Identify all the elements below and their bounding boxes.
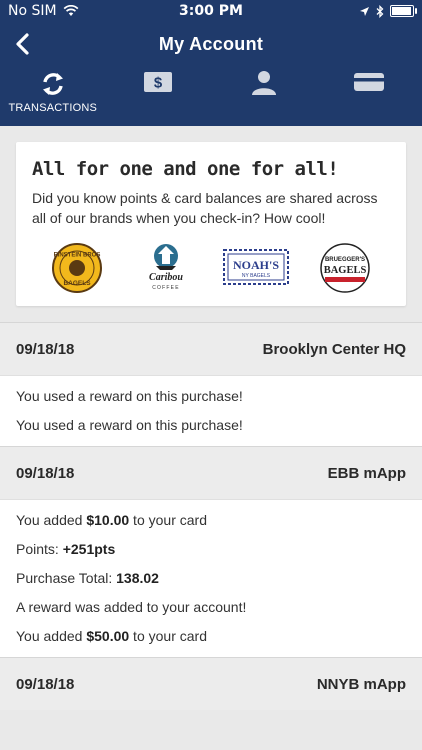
svg-text:NY BAGELS: NY BAGELS [242, 273, 271, 279]
bluetooth-icon [376, 4, 384, 18]
location-arrow-icon [360, 6, 369, 16]
nav-bar: My Account [0, 22, 422, 66]
transaction-header[interactable]: 09/18/18 Brooklyn Center HQ [0, 322, 422, 375]
transaction-line: Purchase Total: 138.02 [16, 570, 159, 586]
svg-text:BAGELS: BAGELS [324, 265, 367, 276]
promo-title: All for one and one for all! [32, 158, 339, 180]
person-icon [251, 71, 276, 95]
brueggers-bagels-logo: BRUEGGER'S BAGELS [311, 242, 379, 294]
account-tabs: TRANSACTIONS $ [0, 66, 422, 126]
transaction-date: 09/18/18 [16, 675, 75, 693]
transaction-header[interactable]: 09/18/18 EBB mApp [0, 446, 422, 499]
caribou-coffee-logo: Caribou COFFEE [132, 242, 200, 294]
tab-rewards-balance[interactable]: $ [106, 66, 212, 126]
transaction-group: 09/18/18 NNYB mApp [0, 657, 422, 710]
transaction-list: 09/18/18 Brooklyn Center HQ You used a r… [0, 322, 422, 710]
transaction-group: 09/18/18 Brooklyn Center HQ You used a r… [0, 322, 422, 446]
svg-text:EINSTEIN BROS: EINSTEIN BROS [53, 253, 100, 259]
transaction-line: You added $50.00 to your card [16, 628, 207, 644]
transaction-line: A reward was added to your account! [16, 599, 247, 615]
transaction-line: Points: +251pts [16, 541, 116, 557]
transaction-line: You used a reward on this purchase! [16, 417, 243, 433]
main-content: All for one and one for all! Did you kno… [0, 126, 422, 306]
transaction-location: EBB mApp [327, 464, 406, 482]
transaction-group: 09/18/18 EBB mApp You added $10.00 to yo… [0, 446, 422, 657]
transaction-location: Brooklyn Center HQ [262, 340, 406, 358]
dollar-bill-icon: $ [144, 72, 173, 92]
transaction-details: You used a reward on this purchase! You … [0, 375, 422, 446]
svg-text:BRUEGGER'S: BRUEGGER'S [325, 257, 365, 263]
battery-icon [390, 5, 417, 17]
svg-text:COFFEE: COFFEE [153, 285, 180, 291]
tab-card[interactable] [317, 66, 422, 126]
refresh-icon [42, 73, 63, 95]
tab-profile[interactable] [211, 66, 317, 126]
svg-text:Caribou: Caribou [149, 272, 183, 283]
app-header: No SIM 3:00 PM My Account TRANSACTIONS $ [0, 0, 422, 126]
einstein-bros-bagels-logo: EINSTEIN BROS BAGELS [43, 242, 111, 294]
tab-label: TRANSACTIONS [8, 102, 98, 114]
status-bar: No SIM 3:00 PM [0, 0, 422, 22]
shared-brands-card: All for one and one for all! Did you kno… [16, 142, 406, 306]
transaction-date: 09/18/18 [16, 464, 75, 482]
svg-text:BAGELS: BAGELS [63, 280, 91, 287]
transaction-details: You added $10.00 to your card Points: +2… [0, 499, 422, 657]
transaction-header[interactable]: 09/18/18 NNYB mApp [0, 657, 422, 710]
tab-transactions[interactable]: TRANSACTIONS [0, 66, 106, 126]
promo-text: Did you know points & card balances are … [32, 190, 378, 226]
card-icon [354, 73, 385, 91]
transaction-location: NNYB mApp [316, 675, 406, 693]
svg-text:NOAH'S: NOAH'S [233, 258, 279, 272]
transaction-date: 09/18/18 [16, 340, 75, 358]
brand-logos: EINSTEIN BROS BAGELS Caribou COFFEE NOAH… [32, 240, 390, 296]
page-title: My Account [158, 33, 264, 54]
wifi-icon [63, 5, 78, 16]
transaction-line: You added $10.00 to your card [16, 512, 207, 528]
carrier-label: No SIM [8, 3, 57, 19]
svg-text:$: $ [154, 75, 163, 92]
noahs-bagels-logo: NOAH'S NY BAGELS [222, 242, 290, 294]
transaction-line: You used a reward on this purchase! [16, 388, 243, 404]
back-chevron-icon[interactable] [10, 30, 38, 58]
